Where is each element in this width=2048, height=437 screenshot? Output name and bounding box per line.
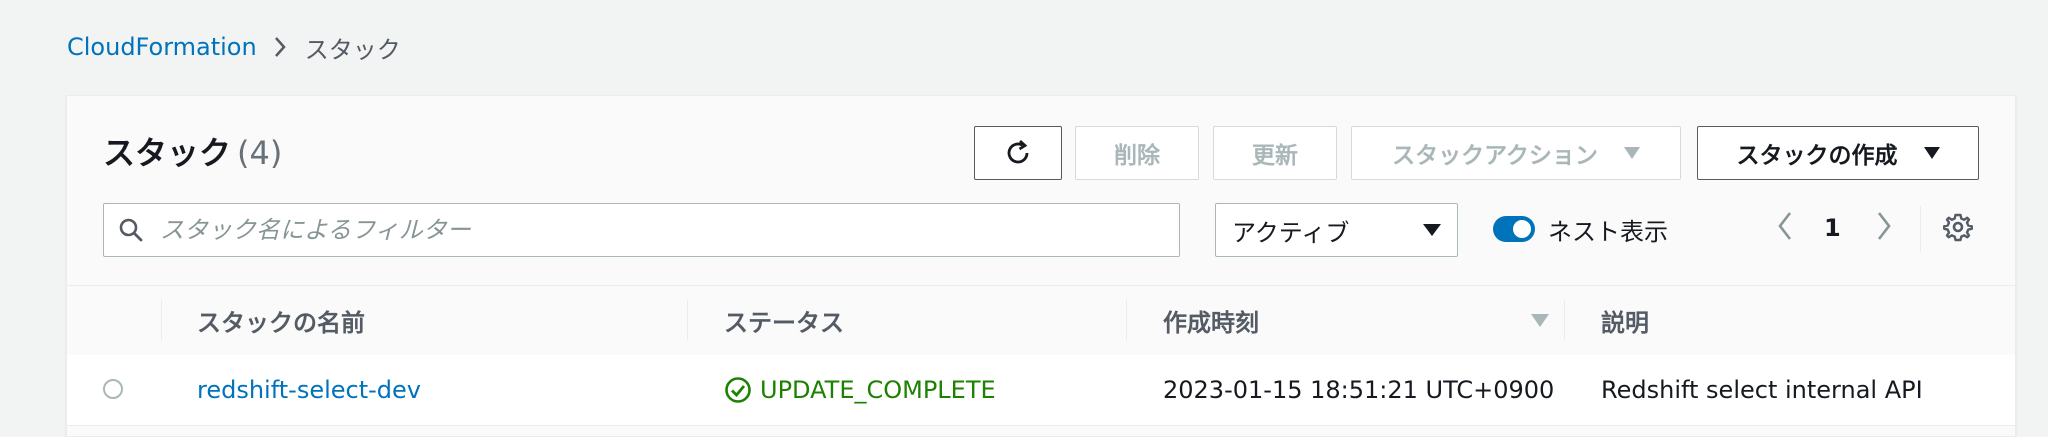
nested-view-toggle[interactable] — [1493, 216, 1535, 242]
stack-name-link[interactable]: redshift-select-dev — [197, 355, 421, 425]
search-icon — [119, 218, 143, 242]
page-title: スタック (4) — [103, 128, 282, 174]
nested-view-label: ネスト表示 — [1548, 218, 1668, 246]
gear-icon — [1943, 213, 1973, 242]
create-stack-label: スタックの作成 — [1736, 143, 1898, 169]
stack-count: (4) — [237, 134, 283, 172]
column-divider — [1564, 300, 1565, 340]
column-header-status[interactable]: ステータス — [724, 286, 844, 355]
status-filter-value: アクティブ — [1232, 218, 1350, 247]
breadcrumb-current: スタック — [304, 35, 401, 64]
chevron-right-icon — [1877, 212, 1891, 240]
refresh-button[interactable] — [974, 126, 1062, 180]
stack-search[interactable] — [103, 203, 1180, 257]
sort-descending-icon[interactable] — [1531, 314, 1549, 327]
chevron-left-icon — [1778, 212, 1792, 240]
stack-status: UPDATE_COMPLETE — [724, 355, 996, 425]
breadcrumb-cloudformation-link[interactable]: CloudFormation — [67, 33, 257, 61]
stack-description: Redshift select internal API — [1601, 376, 1923, 404]
stack-created-time: 2023-01-15 18:51:21 UTC+0900 — [1163, 376, 1555, 404]
stacks-panel: スタック(4) 削除 更新 スタックアクション スタックの作成 アクティブ ネス… — [66, 95, 2016, 437]
toggle-knob — [1513, 220, 1531, 238]
previous-page-button[interactable] — [1776, 209, 1794, 243]
row-select-radio[interactable] — [103, 379, 123, 399]
table-header: スタックの名前 ステータス 作成時刻 説明 — [67, 285, 2015, 356]
update-button[interactable]: 更新 — [1213, 126, 1337, 180]
table-preferences-button[interactable] — [1943, 212, 1973, 242]
column-header-stack-name[interactable]: スタックの名前 — [197, 286, 365, 355]
caret-down-icon — [1423, 224, 1441, 236]
column-divider — [161, 300, 162, 340]
column-divider — [1126, 300, 1127, 340]
stack-status-text: UPDATE_COMPLETE — [760, 376, 996, 404]
status-filter-select[interactable]: アクティブ — [1215, 203, 1458, 257]
column-header-created-time[interactable]: 作成時刻 — [1163, 286, 1259, 355]
breadcrumb: CloudFormation スタック — [67, 30, 401, 64]
table-row[interactable]: redshift-select-dev UPDATE_COMPLETE 2023… — [67, 355, 2015, 426]
column-divider — [687, 300, 688, 340]
column-header-description[interactable]: 説明 — [1601, 286, 1649, 355]
search-input[interactable] — [158, 215, 1179, 245]
pager-divider — [1920, 206, 1921, 252]
caret-down-icon — [1623, 147, 1640, 159]
caret-down-icon — [1923, 147, 1940, 159]
success-check-icon — [725, 377, 751, 403]
stack-actions-label: スタックアクション — [1392, 143, 1598, 169]
current-page-number[interactable]: 1 — [1824, 214, 1841, 242]
chevron-right-icon — [273, 35, 287, 59]
delete-button[interactable]: 削除 — [1075, 126, 1199, 180]
stack-actions-dropdown[interactable]: スタックアクション — [1351, 126, 1681, 180]
next-page-button[interactable] — [1875, 209, 1893, 243]
refresh-icon — [1007, 139, 1029, 164]
create-stack-dropdown[interactable]: スタックの作成 — [1697, 126, 1979, 180]
panel-title: スタック — [103, 134, 232, 172]
